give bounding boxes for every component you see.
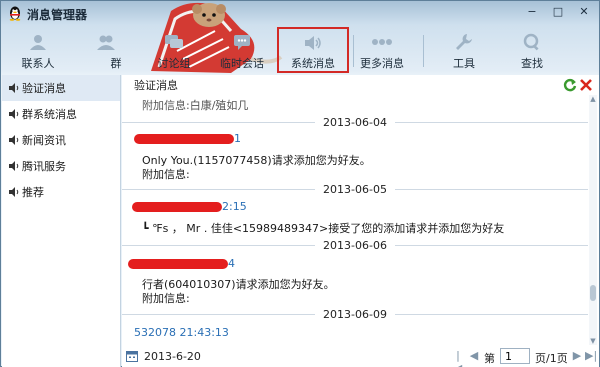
separator-line [122, 313, 316, 315]
speaker-icon [9, 135, 19, 145]
scroll-down-arrow-icon[interactable]: ▼ [589, 337, 597, 345]
message-time: 1 [234, 132, 241, 145]
sidebar-item-label: 群系统消息 [22, 108, 77, 121]
temp-chat-icon [231, 33, 253, 51]
separator-line [122, 244, 316, 246]
sidebar-item-verification[interactable]: 验证消息 [2, 75, 120, 101]
discussion-icon [163, 33, 185, 51]
minimize-icon: − [527, 4, 537, 18]
separator-line [122, 121, 316, 123]
separator-line [394, 188, 588, 190]
tool-label: 讨论组 [157, 57, 191, 70]
prev-page-icon[interactable]: ◀ [468, 349, 480, 362]
tool-search[interactable]: 查找 [499, 27, 565, 73]
delete-icon[interactable] [579, 78, 593, 92]
search-icon [521, 33, 543, 51]
refresh-icon[interactable] [563, 78, 577, 92]
tool-label: 工具 [453, 57, 475, 70]
calendar-icon[interactable] [126, 350, 138, 362]
tool-group[interactable]: 群 [73, 27, 139, 73]
sidebar-item-label: 验证消息 [22, 82, 66, 95]
first-page-icon[interactable]: |◀ [452, 349, 464, 367]
separator-line [394, 313, 588, 315]
main-toolbar: 联系人 群 讨论组 临时会话 系统消息 更多消息 工具 查找 [1, 27, 599, 73]
redacted-sender [128, 259, 228, 269]
speaker-icon [9, 161, 19, 171]
message-text: 附加信息: [142, 292, 190, 305]
tool-label: 群 [110, 57, 122, 70]
page-prefix-label: 第 [484, 352, 495, 365]
content-header: 验证消息 [122, 75, 599, 95]
selected-date: 2013-6-20 [144, 350, 201, 363]
system-message-icon [302, 35, 324, 51]
date-label: 2013-06-06 [323, 238, 387, 252]
date-label: 2013-06-09 [323, 307, 387, 321]
tool-more-messages[interactable]: 更多消息 [349, 27, 415, 73]
close-button[interactable]: ✕ [574, 3, 594, 19]
sidebar-item-label: 腾讯服务 [22, 160, 66, 173]
sidebar-item-news[interactable]: 新闻资讯 [2, 127, 120, 153]
message-text: ┗ ℉s ， Mr . 佳佳<15989489347>接受了您的添加请求并添加您… [142, 222, 505, 235]
page-number-input[interactable] [500, 348, 530, 364]
message-manager-window: 消息管理器 − □ ✕ 联系人 群 讨论组 临时会话 系统消息 更多消息 工具 … [0, 0, 600, 367]
group-icon [95, 33, 117, 51]
tool-label: 临时会话 [220, 57, 264, 70]
more-messages-icon [371, 33, 393, 51]
tool-discussion[interactable]: 讨论组 [141, 27, 207, 73]
date-separator: 2013-06-04 [122, 115, 588, 129]
sidebar-item-label: 新闻资讯 [22, 134, 66, 147]
tool-contacts[interactable]: 联系人 [5, 27, 71, 73]
date-separator: 2013-06-06 [122, 238, 588, 252]
tool-temp-chat[interactable]: 临时会话 [209, 27, 275, 73]
next-page-icon[interactable]: ▶ [571, 349, 583, 362]
speaker-icon [9, 109, 19, 119]
redacted-sender [132, 202, 222, 212]
separator-line [122, 188, 316, 190]
tool-label: 更多消息 [360, 57, 404, 70]
tool-tools[interactable]: 工具 [431, 27, 497, 73]
window-title: 消息管理器 [27, 8, 88, 22]
message-category-sidebar: 验证消息 群系统消息 新闻资讯 腾讯服务 推荐 [2, 75, 121, 367]
date-separator: 2013-06-05 [122, 182, 588, 196]
scroll-thumb[interactable] [590, 285, 596, 301]
sidebar-item-recommend[interactable]: 推荐 [2, 179, 120, 205]
toolbar-divider [423, 35, 424, 67]
pagination-footer: 2013-6-20 |◀ ◀ 第 页/1页 ▶ ▶| [122, 345, 599, 367]
message-scrollbar[interactable]: ▲ ▼ [589, 95, 597, 345]
close-icon: ✕ [579, 4, 589, 18]
maximize-icon: □ [552, 4, 564, 18]
tool-label: 查找 [521, 57, 543, 70]
maximize-button[interactable]: □ [548, 3, 568, 19]
message-list[interactable]: 附加信息:白康/殖如几 2013-06-04 1 Only You.(11570… [122, 95, 588, 345]
date-label: 2013-06-04 [323, 115, 387, 129]
message-time: 2:15 [222, 200, 247, 213]
separator-line [394, 121, 588, 123]
last-page-icon[interactable]: ▶| [585, 349, 597, 362]
message-text: 附加信息: [142, 168, 190, 181]
sidebar-item-tencent-service[interactable]: 腾讯服务 [2, 153, 120, 179]
scroll-up-arrow-icon[interactable]: ▲ [589, 95, 597, 103]
contacts-icon [27, 33, 49, 51]
message-content-panel: 验证消息 附加信息:白康/殖如几 2013-06-04 1 Only You.(… [122, 75, 599, 367]
message-text: 附加信息:白康/殖如几 [142, 99, 249, 112]
content-title: 验证消息 [134, 79, 178, 92]
tool-label: 系统消息 [291, 57, 335, 70]
redacted-sender [134, 134, 234, 144]
tools-icon [453, 33, 475, 51]
message-time: 532078 21:43:13 [134, 326, 229, 339]
qq-penguin-icon [9, 6, 21, 21]
date-separator: 2013-06-09 [122, 307, 588, 321]
sidebar-item-label: 推荐 [22, 186, 44, 199]
speaker-icon [9, 187, 19, 197]
message-time: 4 [228, 257, 235, 270]
page-total-label: 页/1页 [535, 352, 568, 365]
minimize-button[interactable]: − [522, 3, 542, 19]
tool-label: 联系人 [21, 57, 55, 70]
separator-line [394, 244, 588, 246]
sidebar-item-group-system[interactable]: 群系统消息 [2, 101, 120, 127]
date-label: 2013-06-05 [323, 182, 387, 196]
speaker-icon [9, 83, 19, 93]
tool-system-message[interactable]: 系统消息 [277, 27, 349, 73]
